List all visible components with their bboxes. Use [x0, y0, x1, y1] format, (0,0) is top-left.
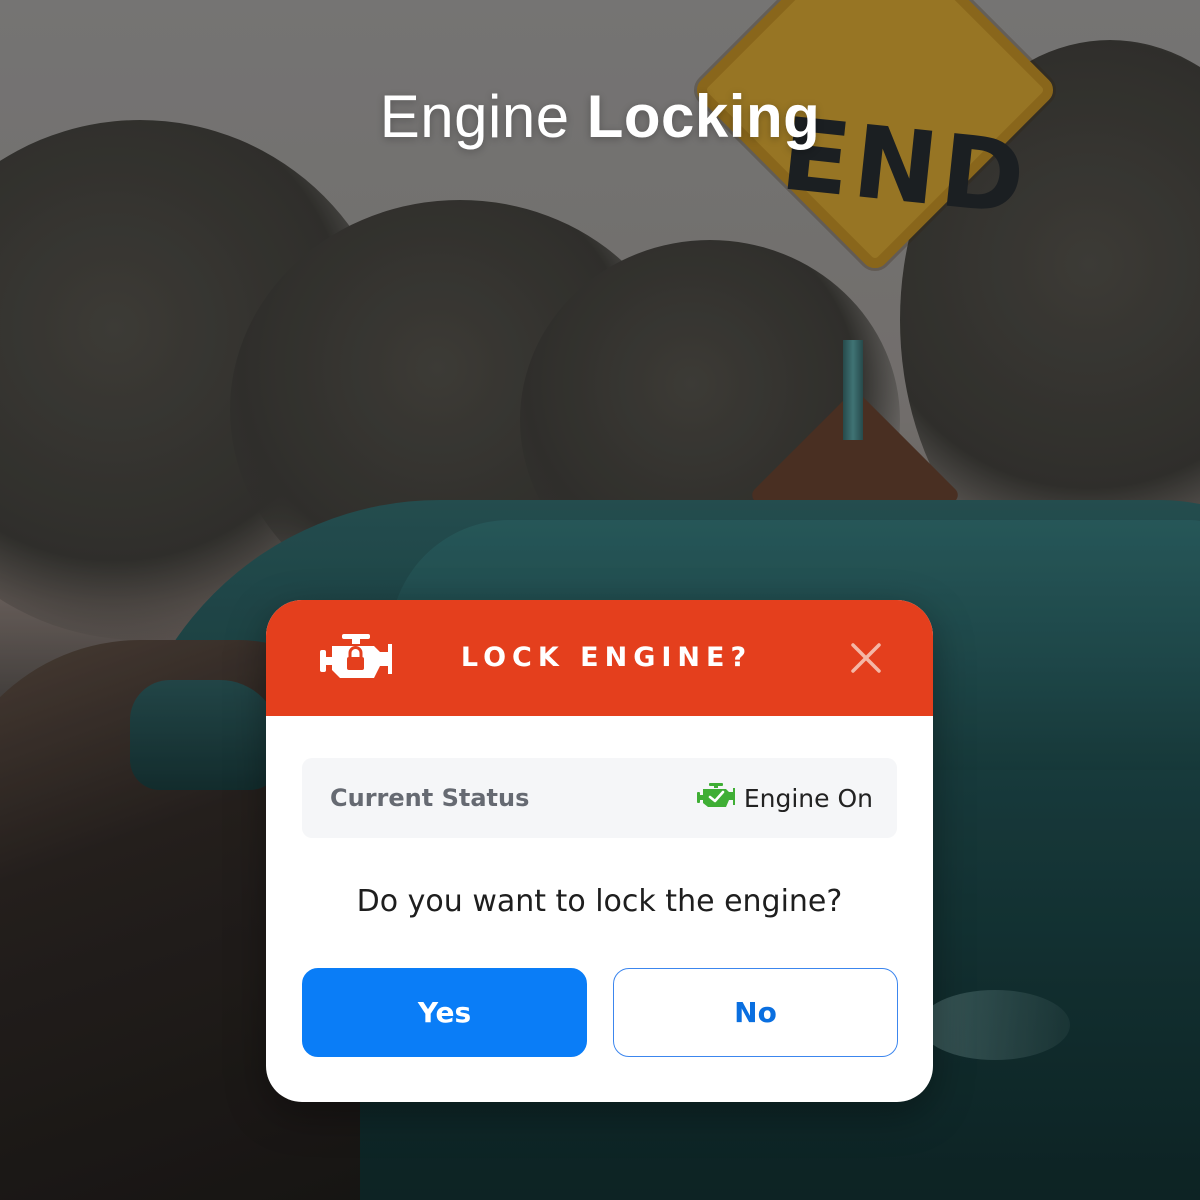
- confirmation-question: Do you want to lock the engine?: [356, 884, 843, 919]
- current-status-row: Current Status Engine On: [302, 758, 897, 838]
- status-label: Current Status: [330, 784, 530, 812]
- page-title-bold: Locking: [586, 83, 821, 150]
- close-icon: [846, 643, 886, 682]
- close-button[interactable]: [846, 638, 886, 678]
- dialog-title: LOCK ENGINE?: [460, 642, 753, 673]
- dialog-header: LOCK ENGINE?: [266, 600, 933, 716]
- status-value-group: Engine On: [696, 782, 873, 814]
- yes-button[interactable]: Yes: [302, 968, 587, 1057]
- status-value: Engine On: [743, 783, 873, 813]
- lock-engine-dialog: LOCK ENGINE? Current Status Engine On Do…: [266, 600, 933, 1102]
- engine-check-icon: [696, 782, 744, 815]
- page-title-light: Engine: [379, 83, 570, 150]
- page-title: Engine Locking: [0, 82, 1200, 151]
- no-button[interactable]: No: [613, 968, 898, 1057]
